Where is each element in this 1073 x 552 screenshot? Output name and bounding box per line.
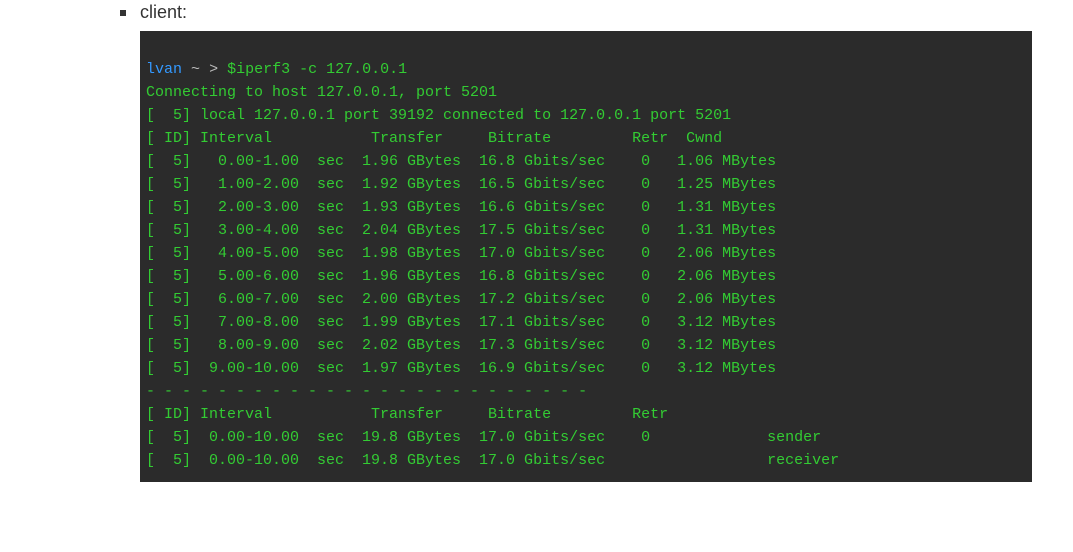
bullet-row: client: [120,2,1073,23]
data-row: [ 5] 8.00-9.00 sec 2.02 GBytes 17.3 Gbit… [146,337,776,354]
prompt-command: $iperf3 -c 127.0.0.1 [227,61,407,78]
data-row: [ 5] 6.00-7.00 sec 2.00 GBytes 17.2 Gbit… [146,291,776,308]
prompt-line: lvan ~ > $iperf3 -c 127.0.0.1 [146,61,407,78]
data-row: [ 5] 7.00-8.00 sec 1.99 GBytes 17.1 Gbit… [146,314,776,331]
rows-container: [ 5] 0.00-1.00 sec 1.96 GBytes 16.8 Gbit… [146,150,1026,380]
terminal-output: lvan ~ > $iperf3 -c 127.0.0.1 Connecting… [140,31,1032,482]
data-row: [ 5] 4.00-5.00 sec 1.98 GBytes 17.0 Gbit… [146,245,776,262]
data-row: [ 5] 3.00-4.00 sec 2.04 GBytes 17.5 Gbit… [146,222,776,239]
data-row: [ 5] 9.00-10.00 sec 1.97 GBytes 16.9 Gbi… [146,360,776,377]
summary-header: [ ID] Interval Transfer Bitrate Retr [146,406,668,423]
prompt-gt: > [209,61,218,78]
local-line: [ 5] local 127.0.0.1 port 39192 connecte… [146,107,731,124]
prompt-host: lvan [146,61,182,78]
bullet-square-icon [120,10,126,16]
bullet-label: client: [140,2,187,23]
data-row: [ 5] 5.00-6.00 sec 1.96 GBytes 16.8 Gbit… [146,268,776,285]
data-row: [ 5] 1.00-2.00 sec 1.92 GBytes 16.5 Gbit… [146,176,776,193]
data-row: [ 5] 2.00-3.00 sec 1.93 GBytes 16.6 Gbit… [146,199,776,216]
connecting-line: Connecting to host 127.0.0.1, port 5201 [146,84,497,101]
prompt-path: ~ [191,61,200,78]
summary-row: [ 5] 0.00-10.00 sec 19.8 GBytes 17.0 Gbi… [146,452,839,469]
summary-container: [ 5] 0.00-10.00 sec 19.8 GBytes 17.0 Gbi… [146,426,1026,472]
summary-row: [ 5] 0.00-10.00 sec 19.8 GBytes 17.0 Gbi… [146,429,821,446]
data-row: [ 5] 0.00-1.00 sec 1.96 GBytes 16.8 Gbit… [146,153,776,170]
header-line: [ ID] Interval Transfer Bitrate Retr Cwn… [146,130,722,147]
separator-line: - - - - - - - - - - - - - - - - - - - - … [146,383,587,400]
